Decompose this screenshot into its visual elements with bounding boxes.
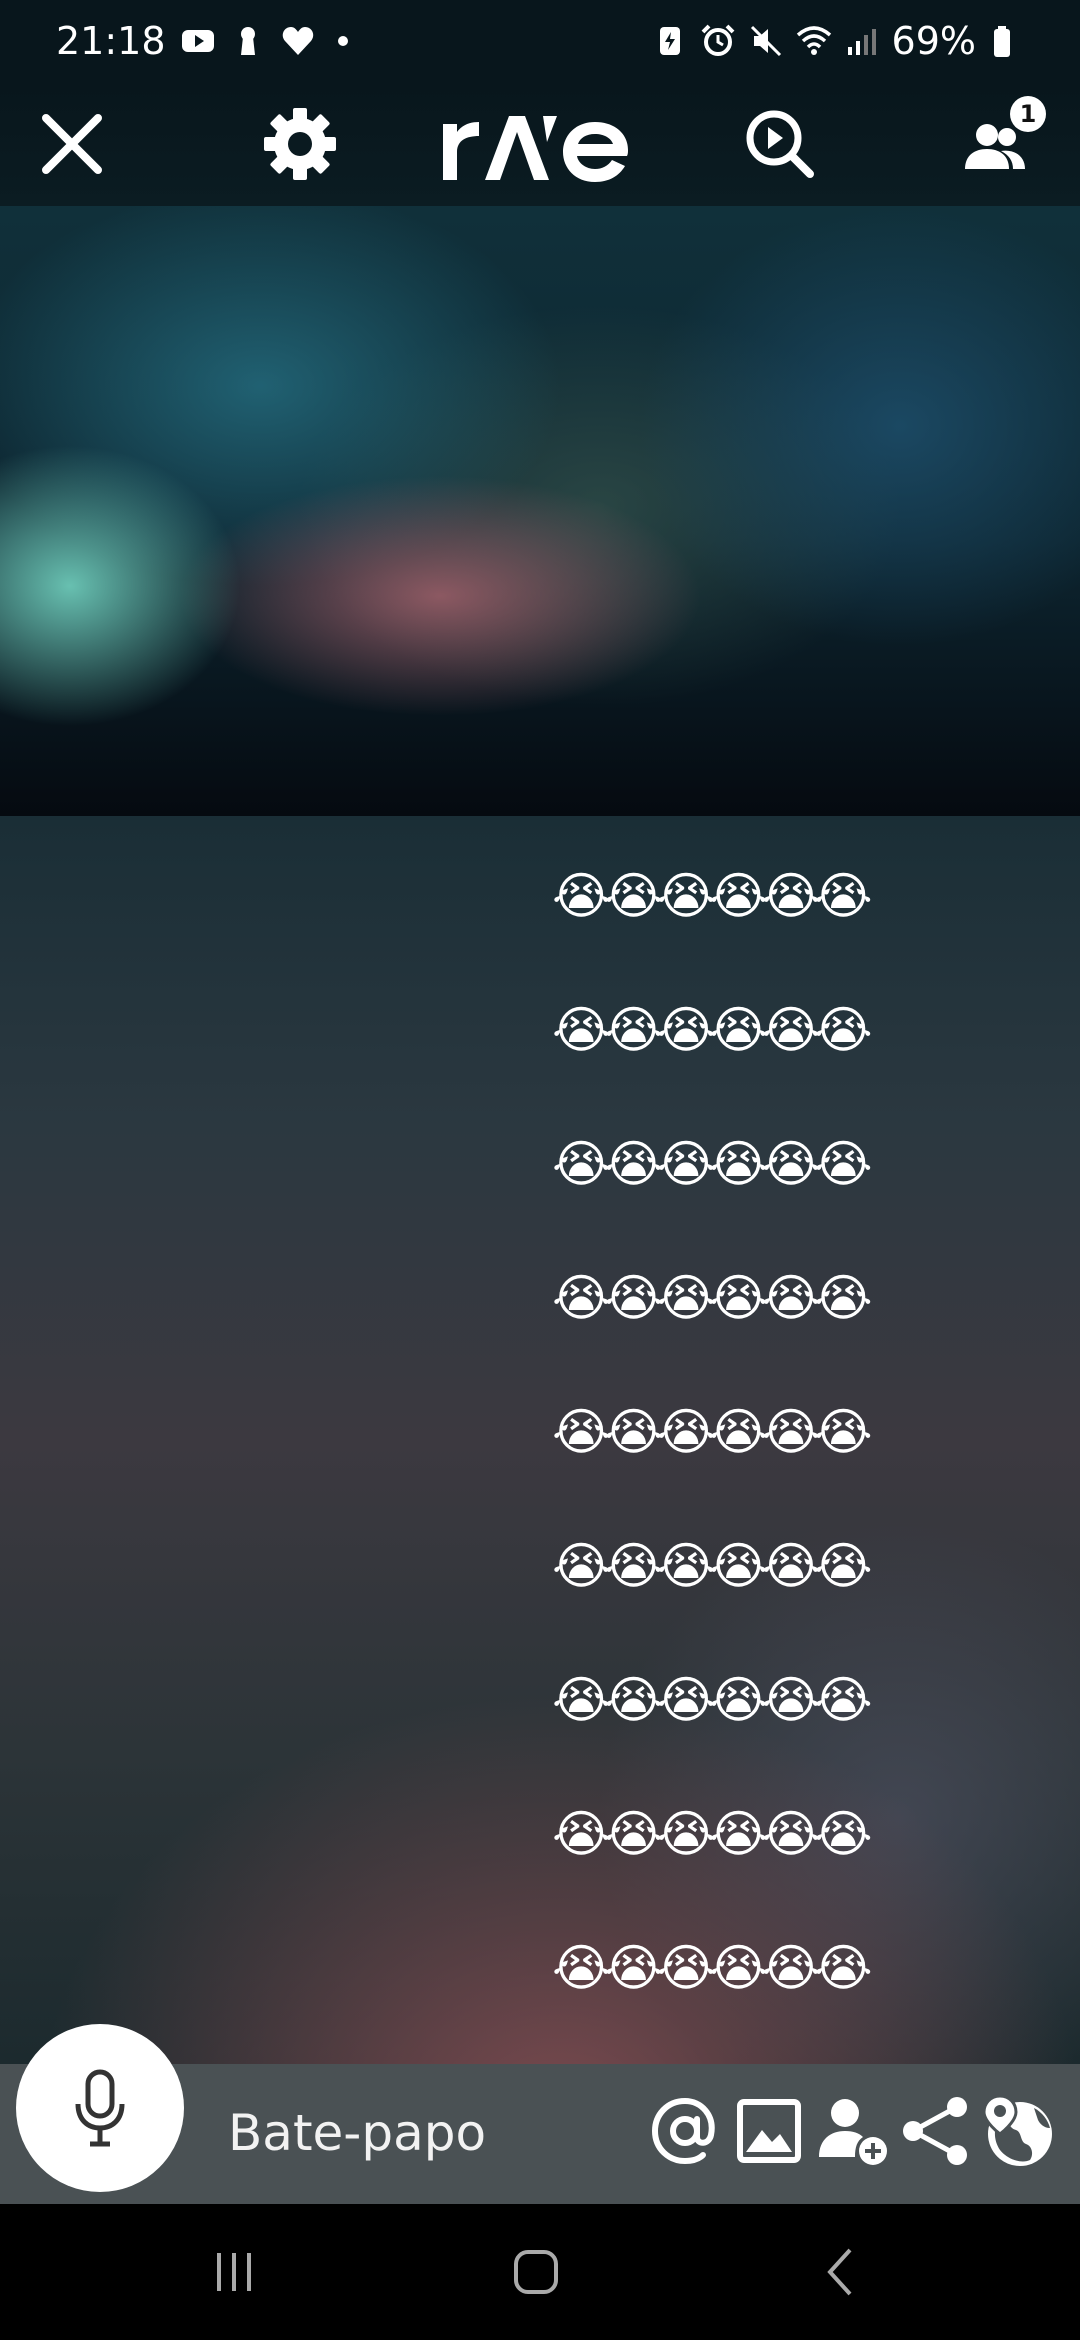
status-bar: 21:18 69% (0, 0, 1080, 82)
rave-logo-mark (443, 116, 628, 182)
youtube-icon (181, 30, 214, 52)
chat-message: 😭😭😭😭😭😭 (552, 1537, 873, 1595)
keyhole-icon (240, 27, 255, 55)
chat-message: 😭😭😭😭😭😭 (552, 1671, 873, 1729)
settings-button[interactable] (256, 100, 344, 188)
home-icon (514, 2250, 558, 2294)
battery-saver-icon (659, 27, 680, 55)
mute-icon (750, 25, 781, 57)
share-button[interactable] (898, 2094, 972, 2168)
notification-dot-icon (337, 36, 348, 46)
at-icon (651, 2097, 715, 2165)
alarm-icon (701, 24, 734, 56)
chat-message: 😭😭😭😭😭😭 (552, 1805, 873, 1863)
share-icon (903, 2097, 967, 2165)
home-button[interactable] (496, 2240, 576, 2304)
wifi-icon (796, 26, 831, 55)
gear-icon (264, 108, 336, 180)
chat-message: 😭😭😭😭😭😭 (552, 867, 873, 925)
back-button[interactable] (800, 2240, 880, 2304)
close-button[interactable] (28, 100, 116, 188)
image-button[interactable] (732, 2094, 806, 2168)
image-icon (737, 2099, 801, 2163)
chat-message: 😭😭😭😭😭😭 (552, 1939, 873, 1997)
microphone-button[interactable] (16, 2024, 184, 2192)
participants-button[interactable]: 1 (952, 96, 1046, 188)
back-icon (827, 2248, 852, 2296)
status-right: 69% (652, 19, 1024, 63)
globe-location-icon (982, 2094, 1052, 2166)
chat-message: 😭😭😭😭😭😭 (552, 1135, 873, 1193)
add-user-button[interactable] (816, 2094, 890, 2168)
microphone-icon (75, 2069, 125, 2147)
heart-icon (282, 27, 313, 55)
chat-input[interactable]: Bate-papo (228, 2104, 486, 2162)
video-search-button[interactable] (736, 100, 824, 188)
chat-area[interactable]: 😭😭😭😭😭😭 😭😭😭😭😭😭 😭😭😭😭😭😭 😭😭😭😭😭😭 😭😭😭😭😭😭 😭😭😭😭😭… (0, 816, 1080, 2064)
recent-apps-icon (217, 2253, 251, 2291)
recent-apps-button[interactable] (194, 2240, 274, 2304)
globe-button[interactable] (982, 2094, 1056, 2168)
system-navigation-bar (0, 2204, 1080, 2340)
battery-icon (994, 26, 1010, 57)
participants-badge: 1 (1010, 96, 1046, 132)
top-app-bar: 1 (0, 82, 1080, 206)
chat-message: 😭😭😭😭😭😭 (552, 1269, 873, 1327)
play-search-icon (746, 110, 814, 178)
battery-percent: 69% (891, 19, 976, 63)
signal-icon (847, 29, 876, 55)
mention-button[interactable] (648, 2094, 722, 2168)
chat-message: 😭😭😭😭😭😭 (552, 1001, 873, 1059)
rave-logo (435, 102, 645, 186)
status-time: 21:18 (56, 19, 166, 63)
chat-message: 😭😭😭😭😭😭 (552, 1403, 873, 1461)
add-user-icon (819, 2099, 887, 2165)
video-player[interactable] (0, 206, 1080, 816)
status-left: 21:18 (56, 19, 348, 63)
close-icon (42, 114, 102, 174)
